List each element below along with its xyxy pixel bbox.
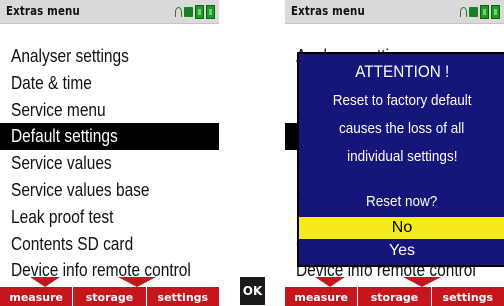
signal-icon bbox=[460, 7, 467, 17]
softkey-bar: measure storage settings bbox=[0, 287, 219, 306]
dialog-question-text: Reset now? bbox=[366, 193, 438, 210]
battery-icon bbox=[206, 5, 215, 19]
dialog-title-text: ATTENTION ! bbox=[354, 62, 450, 81]
reset-confirmation-dialog: ATTENTION ! Reset to factory default cau… bbox=[297, 52, 504, 267]
menu-item-label: Contents SD card bbox=[11, 233, 134, 254]
extras-menu-screen-dialog: Extras menu Analyser settings Date & tim… bbox=[285, 0, 504, 306]
softkey-storage[interactable]: storage bbox=[358, 287, 432, 306]
menu-item-label: Service values bbox=[11, 153, 112, 174]
menu-item-label: Service values base bbox=[11, 179, 150, 200]
dialog-message-text: individual settings! bbox=[346, 148, 458, 165]
extras-menu-screen: Extras menu Analyser settings Date & tim… bbox=[0, 0, 219, 306]
menu-item-analyser-settings[interactable]: Analyser settings bbox=[0, 43, 219, 70]
menu-item-label: Service menu bbox=[11, 99, 106, 120]
softkey-settings[interactable]: settings bbox=[147, 287, 219, 306]
battery-icon bbox=[195, 5, 204, 19]
menu-item-label: Leak proof test bbox=[11, 206, 114, 227]
sd-card-icon bbox=[184, 7, 193, 17]
menu-item-contents-sd-card[interactable]: Contents SD card bbox=[0, 231, 219, 258]
battery-icon bbox=[491, 5, 500, 19]
softkey-measure[interactable]: measure bbox=[285, 287, 359, 306]
menu-item-service-values-base[interactable]: Service values base bbox=[0, 177, 219, 204]
menu-item-label: Default settings bbox=[11, 126, 118, 147]
dialog-message-line: Reset to factory default bbox=[299, 92, 504, 109]
battery-icon bbox=[480, 5, 489, 19]
dialog-message-line: causes the loss of all bbox=[299, 120, 504, 137]
arrow-down-icon bbox=[30, 277, 60, 287]
menu-item-leak-proof-test[interactable]: Leak proof test bbox=[0, 204, 219, 231]
menu-item-label: Date & time bbox=[11, 72, 92, 93]
softkey-arrows bbox=[30, 277, 156, 287]
menu-item-service-values[interactable]: Service values bbox=[0, 150, 219, 177]
dialog-message-line: individual settings! bbox=[299, 148, 504, 165]
arrow-down-icon bbox=[403, 277, 441, 287]
dialog-question: Reset now? bbox=[299, 193, 504, 210]
arrow-down-icon bbox=[118, 277, 156, 287]
screen-title: Extras menu bbox=[6, 4, 80, 18]
ok-key[interactable]: OK bbox=[240, 277, 265, 305]
extras-menu-list: Analyser settings Date & time Service me… bbox=[0, 43, 219, 284]
softkey-arrows bbox=[315, 277, 441, 287]
dialog-title: ATTENTION ! bbox=[299, 62, 504, 82]
signal-icon bbox=[175, 7, 182, 17]
menu-item-service-menu[interactable]: Service menu bbox=[0, 97, 219, 124]
status-icons bbox=[460, 3, 500, 21]
softkey-measure[interactable]: measure bbox=[0, 287, 74, 306]
softkey-settings[interactable]: settings bbox=[432, 287, 504, 306]
softkey-bar: measure storage settings bbox=[285, 287, 504, 306]
sd-card-icon bbox=[469, 7, 478, 17]
arrow-down-icon bbox=[315, 277, 345, 287]
menu-item-date-time[interactable]: Date & time bbox=[0, 70, 219, 97]
menu-item-label: Analyser settings bbox=[11, 46, 129, 66]
softkey-storage[interactable]: storage bbox=[73, 287, 147, 306]
dialog-message-text: Reset to factory default bbox=[332, 92, 472, 109]
menu-item-default-settings[interactable]: Default settings bbox=[0, 123, 219, 151]
title-bar: Extras menu bbox=[285, 0, 504, 24]
status-icons bbox=[175, 3, 215, 21]
option-yes[interactable]: Yes bbox=[299, 240, 504, 262]
screen-title: Extras menu bbox=[291, 4, 365, 18]
dialog-message-text: causes the loss of all bbox=[339, 120, 465, 137]
title-bar: Extras menu bbox=[0, 0, 219, 24]
option-no[interactable]: No bbox=[299, 217, 504, 239]
